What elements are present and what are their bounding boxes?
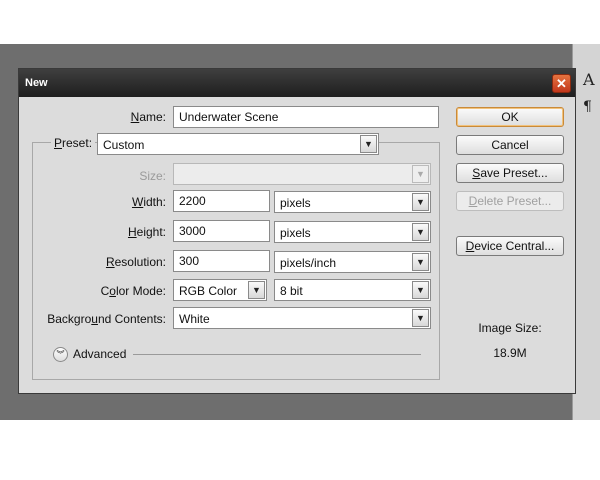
width-label: Width: bbox=[131, 195, 166, 209]
background-contents-label: Background Contents: bbox=[47, 312, 166, 326]
dialog-title: New bbox=[25, 77, 48, 89]
advanced-divider bbox=[133, 354, 421, 355]
close-icon[interactable]: ✕ bbox=[552, 74, 571, 93]
chevron-down-icon: ▼ bbox=[412, 281, 429, 299]
image-size-value: 18.9M bbox=[493, 346, 527, 360]
height-label: Height: bbox=[127, 225, 166, 239]
title-bar[interactable]: New ✕ bbox=[19, 69, 575, 97]
ok-button[interactable]: OK bbox=[456, 107, 564, 127]
preset-select[interactable]: Custom ▼ bbox=[97, 133, 379, 155]
preset-label: Preset: bbox=[51, 136, 96, 150]
size-label: Size: bbox=[139, 169, 166, 183]
name-input[interactable]: Underwater Scene bbox=[173, 106, 439, 128]
image-size-label: Image Size: bbox=[478, 321, 542, 335]
save-preset-button[interactable]: Save Preset... bbox=[456, 163, 564, 183]
tools-panel: A ¶ bbox=[572, 44, 600, 420]
cancel-button[interactable]: Cancel bbox=[456, 135, 564, 155]
background-contents-value: White bbox=[179, 312, 210, 326]
height-unit-value: pixels bbox=[280, 226, 311, 240]
width-input[interactable]: 2200 bbox=[173, 190, 270, 212]
chevron-down-icon: ▼ bbox=[412, 309, 429, 327]
double-chevron-down-icon[interactable]: ︾ bbox=[53, 347, 68, 362]
paragraph-panel-icon[interactable]: ¶ bbox=[583, 99, 592, 115]
character-panel-icon[interactable]: A bbox=[583, 70, 595, 89]
chevron-down-icon: ▼ bbox=[412, 223, 429, 241]
color-mode-select[interactable]: RGB Color ▼ bbox=[173, 279, 267, 301]
width-unit-value: pixels bbox=[280, 196, 311, 210]
bit-depth-select[interactable]: 8 bit ▼ bbox=[274, 279, 431, 301]
preset-value: Custom bbox=[103, 138, 145, 152]
background-contents-select[interactable]: White ▼ bbox=[173, 307, 431, 329]
size-select: ▼ bbox=[173, 163, 431, 185]
name-label: Name: bbox=[130, 110, 166, 124]
advanced-label[interactable]: Advanced bbox=[73, 347, 126, 361]
color-mode-label: Color Mode: bbox=[100, 284, 166, 298]
height-unit-select[interactable]: pixels ▼ bbox=[274, 221, 431, 243]
resolution-unit-value: pixels/inch bbox=[280, 256, 337, 270]
new-document-dialog: New ✕ Name: Underwater Scene Preset: Cus… bbox=[18, 68, 576, 394]
color-mode-value: RGB Color bbox=[179, 284, 238, 298]
chevron-down-icon: ▼ bbox=[412, 253, 429, 271]
resolution-input[interactable]: 300 bbox=[173, 250, 270, 272]
delete-preset-button: Delete Preset... bbox=[456, 191, 564, 211]
chevron-down-icon: ▼ bbox=[412, 165, 429, 183]
bit-depth-value: 8 bit bbox=[280, 284, 303, 298]
width-unit-select[interactable]: pixels ▼ bbox=[274, 191, 431, 213]
resolution-unit-select[interactable]: pixels/inch ▼ bbox=[274, 251, 431, 273]
chevron-down-icon: ▼ bbox=[360, 135, 377, 153]
device-central-button[interactable]: Device Central... bbox=[456, 236, 564, 256]
chevron-down-icon: ▼ bbox=[248, 281, 265, 299]
height-input[interactable]: 3000 bbox=[173, 220, 270, 242]
resolution-label: Resolution: bbox=[105, 255, 166, 269]
chevron-down-icon: ▼ bbox=[412, 193, 429, 211]
